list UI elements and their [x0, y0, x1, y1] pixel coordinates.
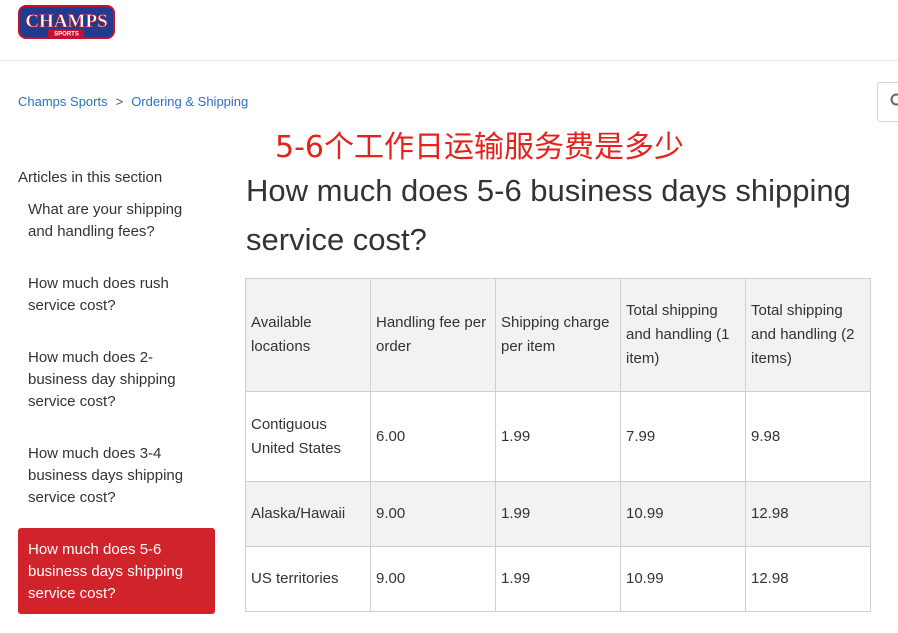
- cell-total-1-item: 10.99: [620, 546, 746, 612]
- sidebar-item-3-4-business-days[interactable]: How much does 3-4 business days shipping…: [18, 443, 215, 509]
- chinese-annotation: 5-6个工作日运输服务费是多少: [275, 130, 684, 165]
- breadcrumb: Champs Sports > Ordering & Shipping: [18, 94, 248, 109]
- cell-total-2-items: 9.98: [745, 391, 871, 482]
- sidebar-item-2-business-day[interactable]: How much does 2-business day shipping se…: [18, 347, 215, 413]
- cell-handling-fee: 9.00: [370, 546, 496, 612]
- site-header: CHAMPS SPORTS: [0, 0, 898, 61]
- header-handling-fee: Handling fee per order: [370, 278, 496, 392]
- cell-location: US territories: [245, 546, 371, 612]
- sidebar-item-rush-service[interactable]: How much does rush service cost?: [18, 273, 215, 317]
- champs-sports-logo[interactable]: CHAMPS SPORTS: [18, 5, 115, 39]
- header-available-locations: Available locations: [245, 278, 371, 392]
- cell-location: Alaska/Hawaii: [245, 481, 371, 547]
- header-shipping-charge: Shipping charge per item: [495, 278, 621, 392]
- cell-total-2-items: 12.98: [745, 546, 871, 612]
- cell-total-1-item: 7.99: [620, 391, 746, 482]
- cell-shipping-charge: 1.99: [495, 391, 621, 482]
- cell-location: Contiguous United States: [245, 391, 371, 482]
- cell-handling-fee: 9.00: [370, 481, 496, 547]
- breadcrumb-home-link[interactable]: Champs Sports: [18, 94, 108, 109]
- cell-shipping-charge: 1.99: [495, 481, 621, 547]
- search-icon[interactable]: [890, 93, 898, 109]
- table-row: Contiguous United States 6.00 1.99 7.99 …: [245, 391, 871, 482]
- header-total-1-item: Total shipping and handling (1 item): [620, 278, 746, 392]
- page-title: How much does 5-6 business days shipping…: [246, 173, 851, 257]
- sidebar-title: Articles in this section: [18, 169, 163, 186]
- cell-handling-fee: 6.00: [370, 391, 496, 482]
- search-box[interactable]: [877, 82, 898, 122]
- sidebar-item-shipping-handling-fees[interactable]: What are your shipping and handling fees…: [18, 199, 215, 243]
- table-row: US territories 9.00 1.99 10.99 12.98: [245, 546, 871, 612]
- table-row: Alaska/Hawaii 9.00 1.99 10.99 12.98: [245, 481, 871, 547]
- cell-total-1-item: 10.99: [620, 481, 746, 547]
- header-total-2-items: Total shipping and handling (2 items): [745, 278, 871, 392]
- logo-subtext: SPORTS: [54, 32, 79, 38]
- breadcrumb-separator: >: [115, 94, 124, 109]
- shipping-cost-table: Available locations Handling fee per ord…: [245, 278, 871, 612]
- cell-total-2-items: 12.98: [745, 481, 871, 547]
- breadcrumb-section-link[interactable]: Ordering & Shipping: [131, 94, 248, 109]
- sidebar-item-5-6-business-days-active[interactable]: How much does 5-6 business days shipping…: [18, 528, 215, 614]
- logo-text: CHAMPS: [25, 11, 107, 32]
- cell-shipping-charge: 1.99: [495, 546, 621, 612]
- table-header-row: Available locations Handling fee per ord…: [245, 278, 871, 392]
